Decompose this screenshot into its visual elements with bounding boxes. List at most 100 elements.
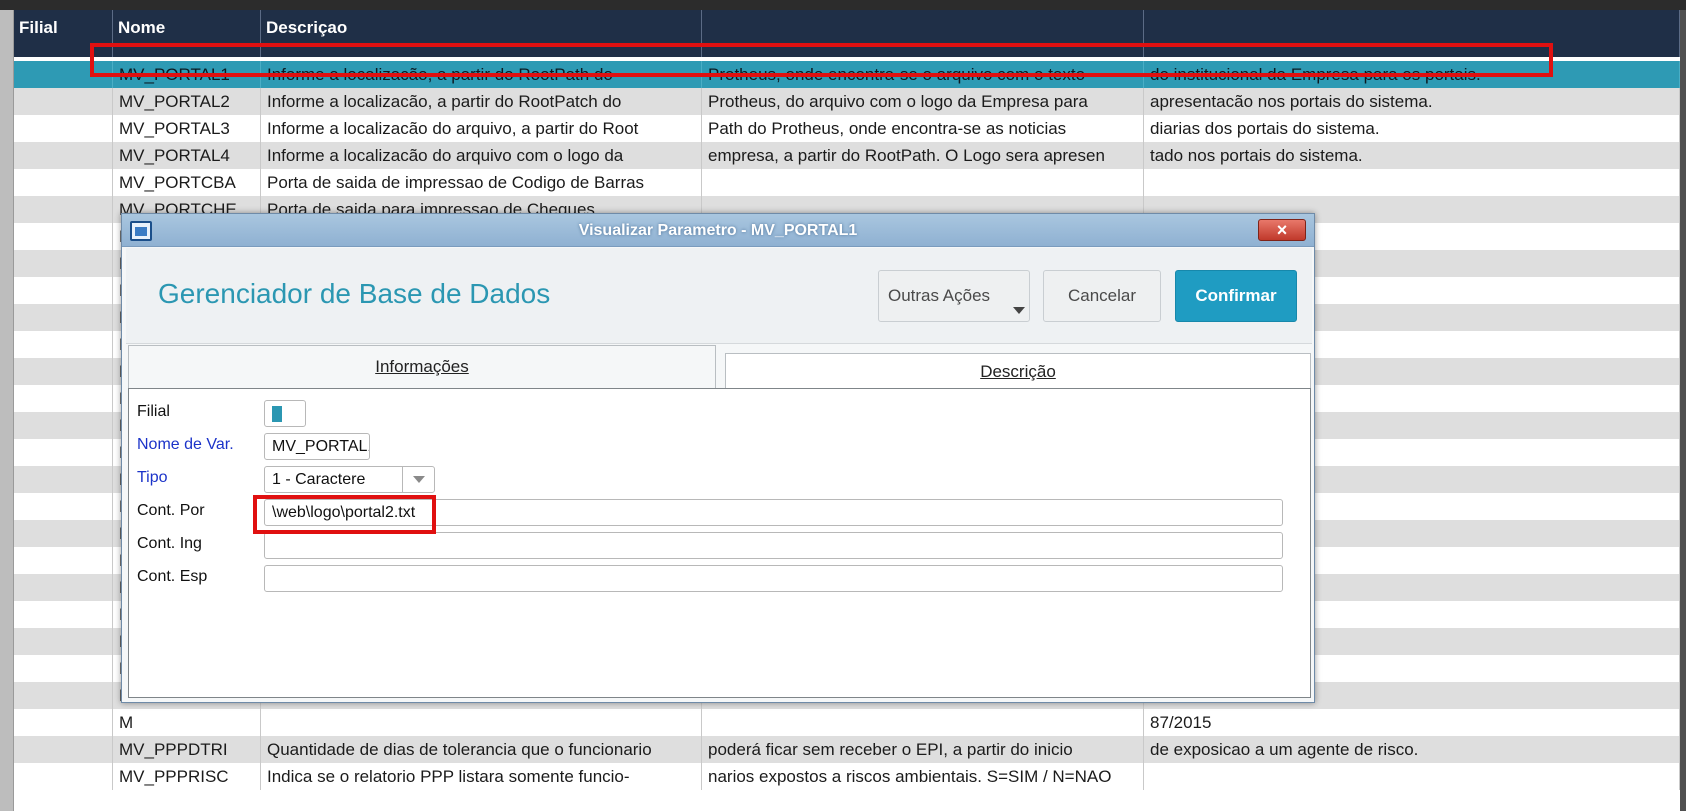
table-cell xyxy=(14,709,113,736)
filial-label: Filial xyxy=(137,403,170,420)
table-row[interactable]: M 87/2015 xyxy=(14,709,1680,736)
table-cell: MV_PPPRISC xyxy=(113,763,261,790)
grid-header: Filial Nome Descriçao xyxy=(14,10,1680,57)
column-header-descricao[interactable]: Descriçao xyxy=(261,10,702,57)
table-cell: poderá ficar sem receber o EPI, a partir… xyxy=(702,736,1144,763)
other-actions-label: Outras Ações xyxy=(887,286,991,305)
table-cell: 87/2015 xyxy=(1144,709,1680,736)
table-cell xyxy=(702,709,1144,736)
app-title: Gerenciador de Base de Dados xyxy=(158,278,551,309)
cont-ing-field[interactable] xyxy=(264,532,1283,559)
dialog-title: Visualizar Parametro - MV_PORTAL1 xyxy=(578,222,858,239)
table-cell xyxy=(14,196,113,223)
app-window: Filial Nome Descriçao MV_PORTAL1 Informe … xyxy=(0,0,1686,811)
table-cell xyxy=(14,331,113,358)
left-border xyxy=(0,10,14,811)
tab-informacoes-label: Informações xyxy=(375,357,469,376)
table-cell xyxy=(14,88,113,115)
cont-por-field[interactable]: \web\logo\portal2.txt xyxy=(264,499,1283,526)
table-cell: Quantidade de dias de tolerancia que o f… xyxy=(261,736,702,763)
table-row[interactable]: MV_PORTAL1 Informe a localizacão, a parti… xyxy=(14,61,1680,88)
table-cell xyxy=(14,142,113,169)
table-cell: MV_PORTAL3 xyxy=(113,115,261,142)
table-row[interactable]: MV_PORTCBA Porta de saida de impressao de… xyxy=(14,169,1680,196)
chevron-down-icon xyxy=(1013,307,1025,314)
table-row[interactable]: MV_PPPDTRI Quantidade de dias de toleranc… xyxy=(14,736,1680,763)
tab-descricao-label: Descrição xyxy=(980,362,1056,381)
table-cell xyxy=(14,574,113,601)
table-cell xyxy=(261,709,702,736)
table-row[interactable]: MV_PORTAL2 Informe a localizacão, a parti… xyxy=(14,88,1680,115)
table-cell: MV_PORTCBA xyxy=(113,169,261,196)
table-cell: Protheus, do arquivo com o logo da Empre… xyxy=(702,88,1144,115)
table-row[interactable]: MV_PORTAL3 Informe a localizacão do arqui… xyxy=(14,115,1680,142)
dialog-header: Gerenciador de Base de Dados Outras Açõe… xyxy=(126,248,1312,344)
table-cell xyxy=(14,169,113,196)
table-cell xyxy=(1144,169,1680,196)
column-header-3[interactable] xyxy=(702,10,1144,57)
table-cell xyxy=(14,493,113,520)
table-cell: apresentacão nos portais do sistema. xyxy=(1144,88,1680,115)
table-cell xyxy=(1144,763,1680,790)
table-cell: Porta de saida de impressao de Codigo de… xyxy=(261,169,702,196)
table-cell: M xyxy=(113,709,261,736)
table-cell xyxy=(14,466,113,493)
table-cell xyxy=(14,250,113,277)
table-cell xyxy=(14,277,113,304)
table-cell: MV_PORTAL2 xyxy=(113,88,261,115)
table-cell xyxy=(14,385,113,412)
column-header-nome[interactable]: Nome xyxy=(113,10,261,57)
tab-descricao[interactable]: Descrição xyxy=(725,353,1311,389)
cont-esp-label: Cont. Esp xyxy=(137,568,208,585)
table-cell: Protheus, onde encontra-se o arquivo com… xyxy=(702,61,1144,88)
cont-esp-field[interactable] xyxy=(264,565,1283,592)
table-cell xyxy=(14,655,113,682)
table-cell xyxy=(14,736,113,763)
table-cell xyxy=(14,520,113,547)
confirm-button[interactable]: Confirmar xyxy=(1175,270,1297,322)
column-header-filial[interactable]: Filial xyxy=(14,10,113,57)
parameter-dialog: Visualizar Parametro - MV_PORTAL1 × Gere… xyxy=(121,213,1315,703)
table-cell: Informe a localizacão do arquivo, a part… xyxy=(261,115,702,142)
table-cell xyxy=(14,412,113,439)
table-cell: Informe a localizacão, a partir do RootP… xyxy=(261,88,702,115)
other-actions-button[interactable]: Outras Ações xyxy=(878,270,1030,322)
table-cell xyxy=(14,547,113,574)
tab-informacoes[interactable]: Informações xyxy=(128,345,716,389)
table-cell: do institucional da Empresa para os port… xyxy=(1144,61,1680,88)
filial-field[interactable] xyxy=(264,400,306,427)
close-button[interactable]: × xyxy=(1258,219,1306,241)
dropdown-arrow-icon[interactable] xyxy=(402,467,434,492)
table-cell: Path do Protheus, onde encontra-se as no… xyxy=(702,115,1144,142)
tipo-select[interactable]: 1 - Caractere xyxy=(264,466,435,493)
table-cell: Informe a localizacão, a partir do RootP… xyxy=(261,61,702,88)
nome-de-var-field[interactable]: MV_PORTAL1 xyxy=(264,433,370,460)
cancel-button[interactable]: Cancelar xyxy=(1043,270,1161,322)
table-cell: MV_PPPDTRI xyxy=(113,736,261,763)
table-cell: MV_PORTAL4 xyxy=(113,142,261,169)
table-cell: Informe a localizacão do arquivo com o l… xyxy=(261,142,702,169)
column-header-4[interactable] xyxy=(1144,10,1680,57)
table-cell xyxy=(14,601,113,628)
table-cell: MV_PORTAL1 xyxy=(113,61,261,88)
table-row[interactable]: MV_PORTAL4 Informe a localizacão do arqui… xyxy=(14,142,1680,169)
table-cell xyxy=(14,763,113,790)
scrollbar[interactable] xyxy=(1680,10,1686,811)
table-cell xyxy=(14,682,113,709)
table-cell xyxy=(14,223,113,250)
dialog-titlebar[interactable]: Visualizar Parametro - MV_PORTAL1 × xyxy=(122,214,1314,247)
text-cursor-marker xyxy=(272,406,282,422)
tipo-label: Tipo xyxy=(137,469,168,486)
table-cell xyxy=(702,169,1144,196)
cont-ing-label: Cont. Ing xyxy=(137,535,202,552)
table-cell: de exposicao a um agente de risco. xyxy=(1144,736,1680,763)
nome-de-var-label: Nome de Var. xyxy=(137,436,234,453)
table-cell: Indica se o relatorio PPP listara soment… xyxy=(261,763,702,790)
table-cell: tado nos portais do sistema. xyxy=(1144,142,1680,169)
table-row[interactable]: MV_PPPRISC Indica se o relatorio PPP list… xyxy=(14,763,1680,790)
table-cell xyxy=(14,61,113,88)
table-cell: empresa, a partir do RootPath. O Logo se… xyxy=(702,142,1144,169)
table-cell xyxy=(14,115,113,142)
table-cell: diarias dos portais do sistema. xyxy=(1144,115,1680,142)
table-cell xyxy=(14,304,113,331)
